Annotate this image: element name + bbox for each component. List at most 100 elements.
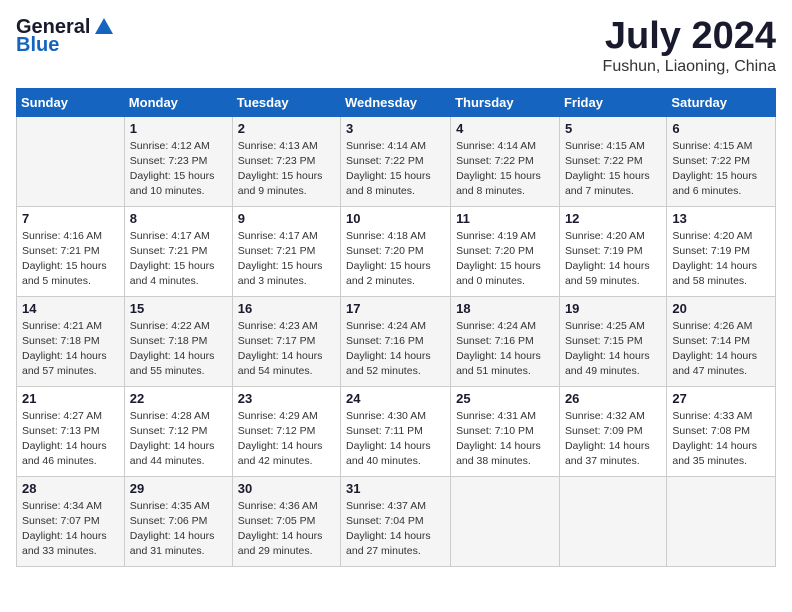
day-number: 31 <box>346 481 445 496</box>
day-number: 1 <box>130 121 227 136</box>
day-cell: 2 Sunrise: 4:13 AMSunset: 7:23 PMDaylight… <box>232 116 340 206</box>
day-info: Sunrise: 4:20 AMSunset: 7:19 PMDaylight:… <box>672 229 770 290</box>
day-number: 17 <box>346 301 445 316</box>
day-cell: 19Sunrise: 4:25 AMSunset: 7:15 PMDayligh… <box>559 296 666 386</box>
day-info: Sunrise: 4:14 AMSunset: 7:22 PMDaylight:… <box>456 139 554 200</box>
week-row-2: 7Sunrise: 4:16 AMSunset: 7:21 PMDaylight… <box>17 206 776 296</box>
day-cell: 1 Sunrise: 4:12 AMSunset: 7:23 PMDaylight… <box>124 116 232 206</box>
day-number: 20 <box>672 301 770 316</box>
day-info: Sunrise: 4:34 AMSunset: 7:07 PMDaylight:… <box>22 499 119 560</box>
day-number: 16 <box>238 301 335 316</box>
day-info: Sunrise: 4:15 AMSunset: 7:22 PMDaylight:… <box>672 139 770 200</box>
day-cell: 25 Sunrise: 4:31 AMSunset: 7:10 PMDayligh… <box>451 386 560 476</box>
day-info: Sunrise: 4:19 AMSunset: 7:20 PMDaylight:… <box>456 229 554 290</box>
day-number: 2 <box>238 121 335 136</box>
day-cell: 17 Sunrise: 4:24 AMSunset: 7:16 PMDayligh… <box>341 296 451 386</box>
day-info: Sunrise: 4:23 AMSunset: 7:17 PMDaylight:… <box>238 319 335 380</box>
logo-blue: Blue <box>16 34 115 56</box>
day-cell <box>559 476 666 566</box>
day-info: Sunrise: 4:29 AMSunset: 7:12 PMDaylight:… <box>238 409 335 470</box>
day-cell: 29 Sunrise: 4:35 AMSunset: 7:06 PMDayligh… <box>124 476 232 566</box>
day-number: 6 <box>672 121 770 136</box>
day-info: Sunrise: 4:27 AMSunset: 7:13 PMDaylight:… <box>22 409 119 470</box>
day-number: 27 <box>672 391 770 406</box>
day-cell: 16 Sunrise: 4:23 AMSunset: 7:17 PMDayligh… <box>232 296 340 386</box>
day-number: 11 <box>456 211 554 226</box>
day-info: Sunrise: 4:17 AMSunset: 7:21 PMDaylight:… <box>238 229 335 290</box>
day-number: 5 <box>565 121 661 136</box>
day-cell: 15Sunrise: 4:22 AMSunset: 7:18 PMDayligh… <box>124 296 232 386</box>
day-number: 28 <box>22 481 119 496</box>
day-cell <box>17 116 125 206</box>
day-number: 24 <box>346 391 445 406</box>
col-header-thursday: Thursday <box>451 88 560 116</box>
day-cell: 11 Sunrise: 4:19 AMSunset: 7:20 PMDayligh… <box>451 206 560 296</box>
page-header: General Blue July 2024 Fushun, Liaoning,… <box>16 16 776 76</box>
day-cell: 9 Sunrise: 4:17 AMSunset: 7:21 PMDaylight… <box>232 206 340 296</box>
logo: General Blue <box>16 16 115 56</box>
day-cell: 3 Sunrise: 4:14 AMSunset: 7:22 PMDaylight… <box>341 116 451 206</box>
col-header-monday: Monday <box>124 88 232 116</box>
week-row-1: 1 Sunrise: 4:12 AMSunset: 7:23 PMDaylight… <box>17 116 776 206</box>
day-info: Sunrise: 4:31 AMSunset: 7:10 PMDaylight:… <box>456 409 554 470</box>
day-info: Sunrise: 4:13 AMSunset: 7:23 PMDaylight:… <box>238 139 335 200</box>
col-header-friday: Friday <box>559 88 666 116</box>
day-info: Sunrise: 4:28 AMSunset: 7:12 PMDaylight:… <box>130 409 227 470</box>
title-block: July 2024 Fushun, Liaoning, China <box>603 16 776 76</box>
day-cell: 14Sunrise: 4:21 AMSunset: 7:18 PMDayligh… <box>17 296 125 386</box>
col-header-saturday: Saturday <box>667 88 776 116</box>
day-number: 3 <box>346 121 445 136</box>
logo-text: General Blue <box>16 16 115 56</box>
day-cell: 28 Sunrise: 4:34 AMSunset: 7:07 PMDayligh… <box>17 476 125 566</box>
day-cell: 12 Sunrise: 4:20 AMSunset: 7:19 PMDayligh… <box>559 206 666 296</box>
day-number: 23 <box>238 391 335 406</box>
day-number: 4 <box>456 121 554 136</box>
day-number: 21 <box>22 391 119 406</box>
day-info: Sunrise: 4:17 AMSunset: 7:21 PMDaylight:… <box>130 229 227 290</box>
week-row-3: 14Sunrise: 4:21 AMSunset: 7:18 PMDayligh… <box>17 296 776 386</box>
day-number: 13 <box>672 211 770 226</box>
day-number: 10 <box>346 211 445 226</box>
day-cell: 26 Sunrise: 4:32 AMSunset: 7:09 PMDayligh… <box>559 386 666 476</box>
location: Fushun, Liaoning, China <box>603 58 776 76</box>
day-cell: 5Sunrise: 4:15 AMSunset: 7:22 PMDaylight… <box>559 116 666 206</box>
day-cell: 10 Sunrise: 4:18 AMSunset: 7:20 PMDayligh… <box>341 206 451 296</box>
day-cell: 30 Sunrise: 4:36 AMSunset: 7:05 PMDayligh… <box>232 476 340 566</box>
col-header-wednesday: Wednesday <box>341 88 451 116</box>
day-number: 12 <box>565 211 661 226</box>
day-info: Sunrise: 4:37 AMSunset: 7:04 PMDaylight:… <box>346 499 445 560</box>
col-header-tuesday: Tuesday <box>232 88 340 116</box>
day-number: 19 <box>565 301 661 316</box>
day-number: 25 <box>456 391 554 406</box>
day-cell: 22 Sunrise: 4:28 AMSunset: 7:12 PMDayligh… <box>124 386 232 476</box>
day-info: Sunrise: 4:18 AMSunset: 7:20 PMDaylight:… <box>346 229 445 290</box>
day-info: Sunrise: 4:20 AMSunset: 7:19 PMDaylight:… <box>565 229 661 290</box>
day-number: 14 <box>22 301 119 316</box>
day-cell <box>451 476 560 566</box>
month-year: July 2024 <box>603 16 776 58</box>
day-cell: 8Sunrise: 4:17 AMSunset: 7:21 PMDaylight… <box>124 206 232 296</box>
day-cell: 23 Sunrise: 4:29 AMSunset: 7:12 PMDayligh… <box>232 386 340 476</box>
day-info: Sunrise: 4:35 AMSunset: 7:06 PMDaylight:… <box>130 499 227 560</box>
day-info: Sunrise: 4:32 AMSunset: 7:09 PMDaylight:… <box>565 409 661 470</box>
day-number: 30 <box>238 481 335 496</box>
day-number: 22 <box>130 391 227 406</box>
day-info: Sunrise: 4:26 AMSunset: 7:14 PMDaylight:… <box>672 319 770 380</box>
calendar-table: SundayMondayTuesdayWednesdayThursdayFrid… <box>16 88 776 567</box>
day-info: Sunrise: 4:24 AMSunset: 7:16 PMDaylight:… <box>346 319 445 380</box>
day-cell: 6 Sunrise: 4:15 AMSunset: 7:22 PMDaylight… <box>667 116 776 206</box>
col-header-sunday: Sunday <box>17 88 125 116</box>
day-info: Sunrise: 4:14 AMSunset: 7:22 PMDaylight:… <box>346 139 445 200</box>
week-row-4: 21 Sunrise: 4:27 AMSunset: 7:13 PMDayligh… <box>17 386 776 476</box>
day-number: 29 <box>130 481 227 496</box>
day-info: Sunrise: 4:12 AMSunset: 7:23 PMDaylight:… <box>130 139 227 200</box>
calendar-header-row: SundayMondayTuesdayWednesdayThursdayFrid… <box>17 88 776 116</box>
day-cell: 7Sunrise: 4:16 AMSunset: 7:21 PMDaylight… <box>17 206 125 296</box>
day-number: 9 <box>238 211 335 226</box>
day-number: 26 <box>565 391 661 406</box>
day-cell: 31 Sunrise: 4:37 AMSunset: 7:04 PMDayligh… <box>341 476 451 566</box>
day-cell: 27Sunrise: 4:33 AMSunset: 7:08 PMDayligh… <box>667 386 776 476</box>
day-info: Sunrise: 4:36 AMSunset: 7:05 PMDaylight:… <box>238 499 335 560</box>
day-cell: 24Sunrise: 4:30 AMSunset: 7:11 PMDayligh… <box>341 386 451 476</box>
week-row-5: 28 Sunrise: 4:34 AMSunset: 7:07 PMDayligh… <box>17 476 776 566</box>
